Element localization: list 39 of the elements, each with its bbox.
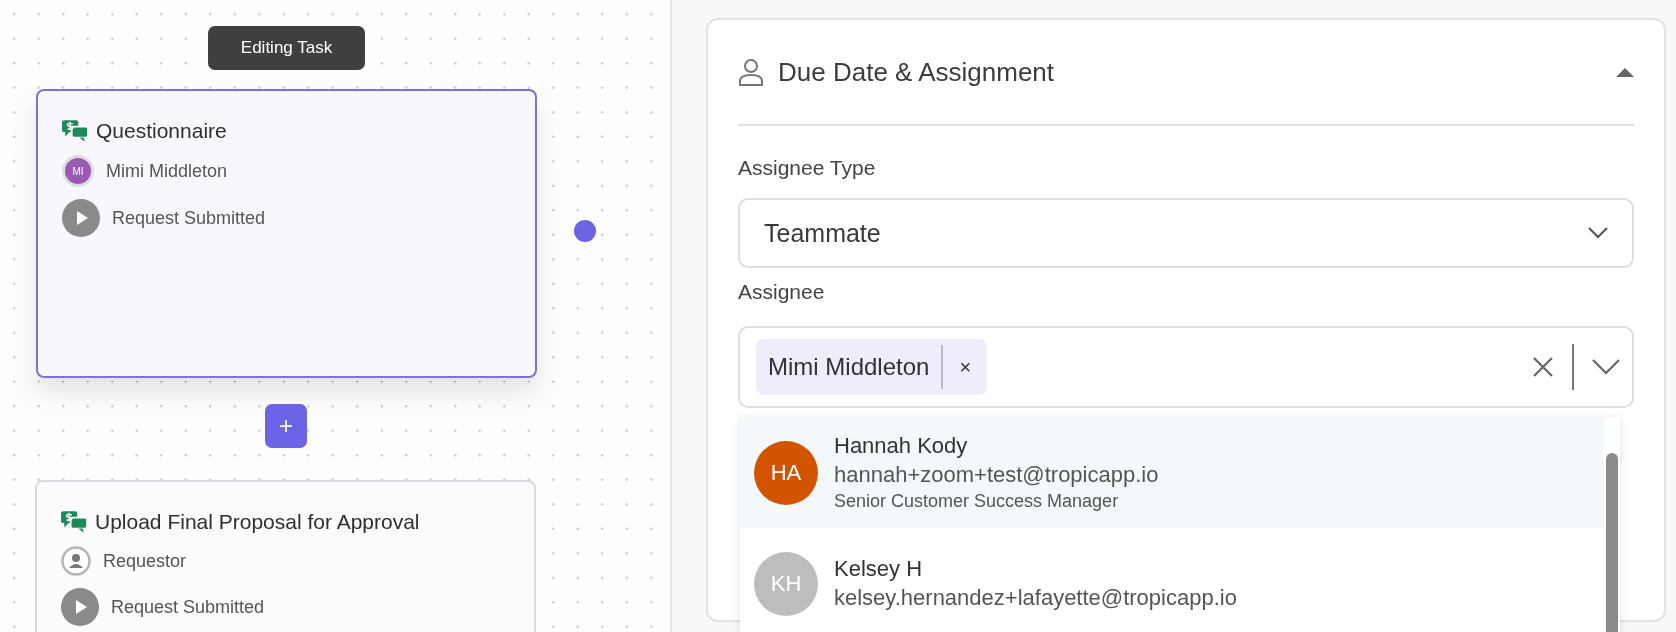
- scrollbar[interactable]: [1606, 453, 1618, 632]
- assignee-select[interactable]: Mimi Middleton ×: [738, 326, 1634, 408]
- chat-dollar-icon: [61, 511, 87, 533]
- caret-icon[interactable]: [1616, 67, 1634, 77]
- field-label: Assignee Type: [738, 156, 877, 180]
- person-icon: [738, 58, 764, 86]
- assignee-name: Mimi Middleton: [106, 160, 228, 182]
- play-icon: [61, 588, 99, 626]
- task-card[interactable]: Questionnaire MI Mimi Middleton Request Submitted: [36, 89, 537, 378]
- assignee-option[interactable]: KH Kelsey H kelsey.hernandez+lafayette@tropicapp.io: [740, 528, 1604, 632]
- chat-dollar-icon: [62, 120, 88, 142]
- chevron-down-icon[interactable]: [1592, 359, 1620, 375]
- editing-tooltip: Editing Task: [208, 26, 365, 70]
- remove-tag-button[interactable]: ×: [943, 339, 988, 395]
- option-name: Hannah Kody: [834, 433, 969, 459]
- option-job-title: Senior Customer Success Manager: [834, 491, 1120, 512]
- avatar: HA: [754, 440, 818, 505]
- connection-handle[interactable]: [574, 220, 596, 242]
- add-step-button[interactable]: +: [265, 404, 307, 448]
- assignee-name: Requestor: [103, 550, 187, 572]
- trigger-label: Request Submitted: [111, 596, 265, 618]
- avatar: KH: [754, 551, 818, 616]
- assignee-type-select[interactable]: Teammate: [738, 198, 1634, 268]
- task-title: Questionnaire: [96, 119, 227, 143]
- option-email: kelsey.hernandez+lafayette@tropicapp.io: [834, 585, 1237, 611]
- task-title: Upload Final Proposal for Approval: [95, 510, 420, 534]
- trigger-label: Request Submitted: [112, 207, 266, 229]
- play-icon: [62, 199, 100, 237]
- field-label: Assignee: [738, 280, 826, 304]
- person-icon: [61, 546, 91, 576]
- avatar: MI: [62, 155, 94, 187]
- clear-icon[interactable]: [1532, 356, 1554, 378]
- task-card[interactable]: Upload Final Proposal for Approval Requestor Request Submitted: [35, 480, 536, 632]
- tag-label: Mimi Middleton: [768, 345, 944, 389]
- option-name: Kelsey H: [834, 556, 924, 582]
- chevron-down-icon: [1588, 227, 1608, 239]
- assignee-option[interactable]: HA Hannah Kody hannah+zoom+test@tropicapp.io Senior Customer Success Manager: [740, 417, 1604, 528]
- option-email: hannah+zoom+test@tropicapp.io: [834, 462, 1159, 488]
- section-title: Due Date & Assignment: [778, 56, 1056, 88]
